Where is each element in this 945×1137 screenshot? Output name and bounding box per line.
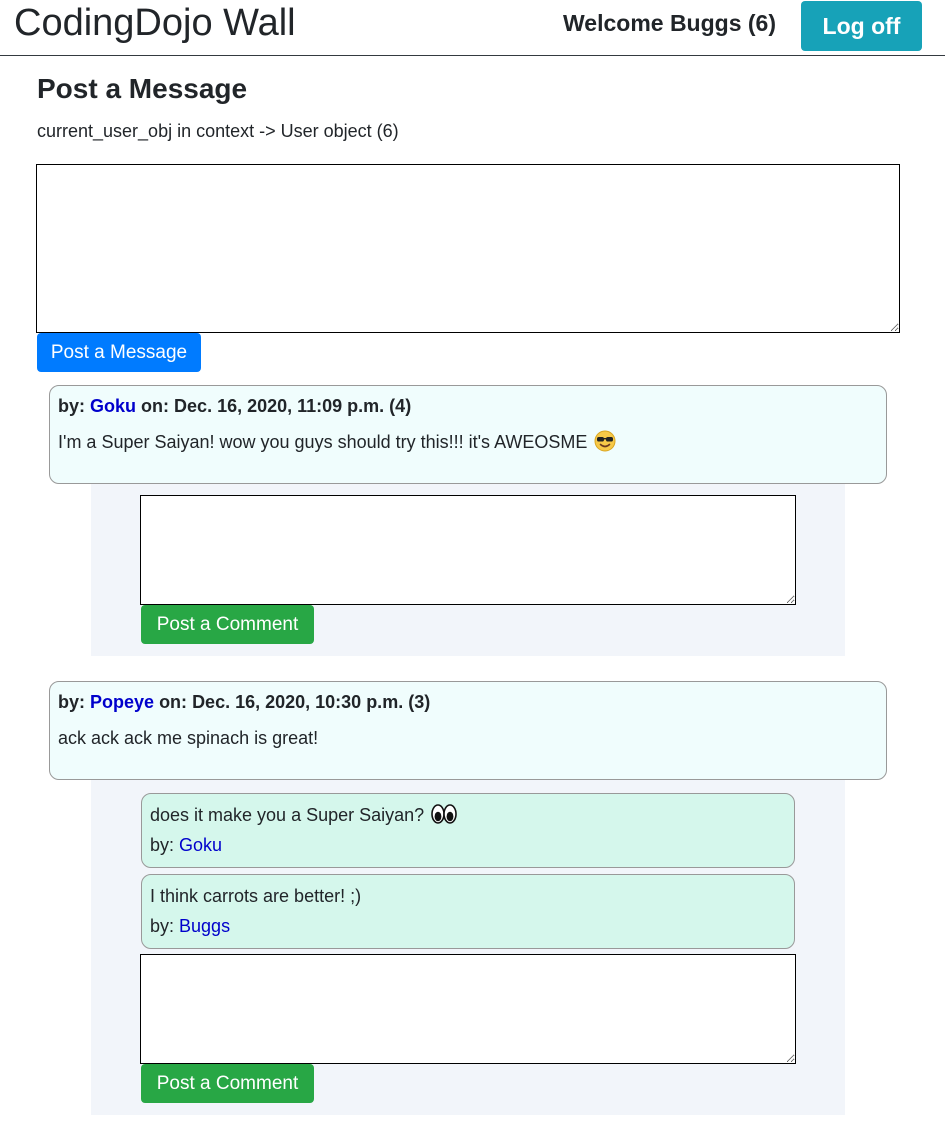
post-comment-button[interactable]: Post a Comment xyxy=(141,1064,314,1103)
smiling-face-with-sunglasses-icon xyxy=(594,430,616,452)
on-label: on: xyxy=(159,692,188,712)
comment-textarea[interactable] xyxy=(140,495,796,605)
message-body: I'm a Super Saiyan! wow you guys should … xyxy=(58,432,588,452)
message-author-link[interactable]: Popeye xyxy=(90,692,154,712)
header-bar: CodingDojo Wall Welcome Buggs (6) Log of… xyxy=(0,0,945,56)
comment-body: I think carrots are better! ;) xyxy=(150,886,362,906)
comment-section: Post a Comment xyxy=(91,484,845,656)
message-author-link[interactable]: Goku xyxy=(90,396,136,416)
context-debug-line: current_user_obj in context -> User obje… xyxy=(37,121,399,141)
post-comment-button[interactable]: Post a Comment xyxy=(141,605,314,644)
message-text: ack ack ack me spinach is great! xyxy=(58,726,318,750)
by-label: by: xyxy=(58,396,85,416)
message-body: ack ack ack me spinach is great! xyxy=(58,728,319,748)
site-title: CodingDojo Wall xyxy=(14,2,296,44)
comment-author: by: Goku xyxy=(150,833,222,857)
message-meta: by: Goku on: Dec. 16, 2020, 11:09 p.m. (… xyxy=(58,394,411,418)
message-textarea[interactable] xyxy=(36,164,900,333)
on-label: on: xyxy=(141,396,170,416)
message-date: Dec. 16, 2020, 11:09 p.m. (4) xyxy=(174,396,412,416)
comment-card: does it make you a Super Saiyan? by: Gok… xyxy=(141,793,795,868)
by-label: by: xyxy=(58,692,85,712)
message-card: by: Goku on: Dec. 16, 2020, 11:09 p.m. (… xyxy=(49,385,887,484)
eyes-icon xyxy=(431,804,457,824)
comment-author-link[interactable]: Buggs xyxy=(179,916,230,936)
log-off-button[interactable]: Log off xyxy=(801,1,922,51)
comment-body: does it make you a Super Saiyan? xyxy=(150,805,425,825)
message-meta: by: Popeye on: Dec. 16, 2020, 10:30 p.m.… xyxy=(58,690,430,714)
message-text: I'm a Super Saiyan! wow you guys should … xyxy=(58,430,616,454)
comment-text: does it make you a Super Saiyan? xyxy=(150,803,457,827)
comment-text: I think carrots are better! ;) xyxy=(150,884,361,908)
comment-textarea[interactable] xyxy=(140,954,796,1064)
comment-section: does it make you a Super Saiyan? by: Gok… xyxy=(91,780,845,1115)
post-message-button[interactable]: Post a Message xyxy=(37,333,201,372)
by-label: by: xyxy=(150,916,175,936)
message-card: by: Popeye on: Dec. 16, 2020, 10:30 p.m.… xyxy=(49,681,887,780)
comment-author-link[interactable]: Goku xyxy=(179,835,222,855)
comment-card: I think carrots are better! ;) by: Buggs xyxy=(141,874,795,949)
welcome-text: Welcome Buggs (6) xyxy=(563,10,776,36)
post-message-heading: Post a Message xyxy=(37,73,248,104)
by-label: by: xyxy=(150,835,175,855)
comment-author: by: Buggs xyxy=(150,914,230,938)
message-date: Dec. 16, 2020, 10:30 p.m. (3) xyxy=(192,692,431,712)
